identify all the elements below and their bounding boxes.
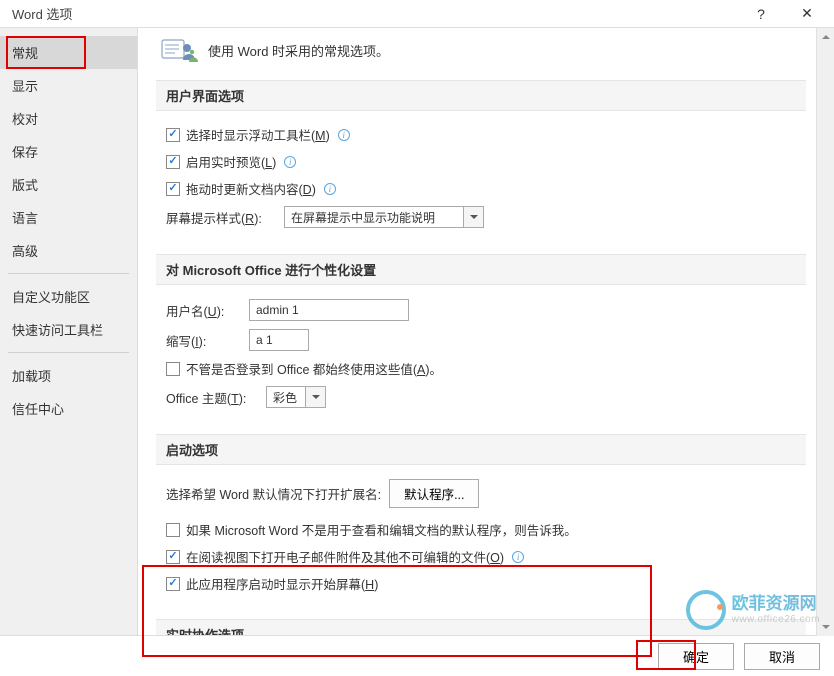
label-live-preview: 启用实时预览(L) xyxy=(186,152,276,171)
input-initials[interactable]: a 1 xyxy=(249,329,309,351)
section-ui-header: 用户界面选项 xyxy=(156,80,806,111)
sidebar-item-quick-access[interactable]: 快速访问工具栏 xyxy=(0,313,137,346)
intro-text: 使用 Word 时采用的常规选项。 xyxy=(208,41,389,60)
info-icon[interactable]: i xyxy=(338,129,350,141)
sidebar-item-display[interactable]: 显示 xyxy=(0,69,137,102)
checkbox-start-screen[interactable] xyxy=(166,577,180,591)
scroll-up-arrow-icon[interactable] xyxy=(817,28,834,46)
dropdown-arrow-icon[interactable] xyxy=(464,206,484,228)
sidebar-separator-1 xyxy=(8,273,129,274)
label-default-extensions: 选择希望 Word 默认情况下打开扩展名: xyxy=(166,484,381,503)
section-realtime-header: 实时协作选项 xyxy=(156,619,806,635)
dialog-body: 常规 显示 校对 保存 版式 语言 高级 自定义功能区 快速访问工具栏 加载项 … xyxy=(0,28,834,636)
sidebar-item-trust-center[interactable]: 信任中心 xyxy=(0,392,137,425)
scroll-down-arrow-icon[interactable] xyxy=(817,618,834,636)
label-always-use: 不管是否登录到 Office 都始终使用这些值(A)。 xyxy=(186,359,442,378)
section-startup-body: 选择希望 Word 默认情况下打开扩展名: 默认程序... 如果 Microso… xyxy=(156,479,806,619)
label-start-screen: 此应用程序启动时显示开始屏幕(H) xyxy=(186,574,378,593)
sidebar-item-general[interactable]: 常规 xyxy=(0,36,137,69)
vertical-scrollbar[interactable] xyxy=(816,28,834,636)
dropdown-screentip[interactable]: 在屏幕提示中显示功能说明 xyxy=(284,206,484,228)
sidebar-item-customize-ribbon[interactable]: 自定义功能区 xyxy=(0,280,137,313)
sidebar-item-addins[interactable]: 加载项 xyxy=(0,359,137,392)
general-options-icon xyxy=(160,38,198,62)
titlebar: Word 选项 ? ✕ xyxy=(0,0,834,28)
content-pane: 使用 Word 时采用的常规选项。 用户界面选项 选择时显示浮动工具栏(M) i… xyxy=(138,28,834,635)
section-personalize-body: 用户名(U): admin 1 缩写(I): a 1 不管是否登录到 Offic… xyxy=(156,299,806,434)
ok-button[interactable]: 确定 xyxy=(658,643,734,670)
label-initials: 缩写(I): xyxy=(166,331,241,350)
checkbox-not-default[interactable] xyxy=(166,523,180,537)
sidebar-item-layout[interactable]: 版式 xyxy=(0,168,137,201)
button-default-programs[interactable]: 默认程序... xyxy=(389,479,479,508)
label-theme: Office 主题(T): xyxy=(166,388,258,407)
sidebar-item-proofing[interactable]: 校对 xyxy=(0,102,137,135)
titlebar-controls: ? ✕ xyxy=(738,0,830,28)
section-personalize-header: 对 Microsoft Office 进行个性化设置 xyxy=(156,254,806,285)
sidebar-item-advanced[interactable]: 高级 xyxy=(0,234,137,267)
input-username[interactable]: admin 1 xyxy=(249,299,409,321)
dialog-title: Word 选项 xyxy=(12,4,72,23)
label-float-toolbar: 选择时显示浮动工具栏(M) xyxy=(186,125,330,144)
label-update-doc: 拖动时更新文档内容(D) xyxy=(186,179,316,198)
intro-row: 使用 Word 时采用的常规选项。 xyxy=(156,38,806,62)
sidebar: 常规 显示 校对 保存 版式 语言 高级 自定义功能区 快速访问工具栏 加载项 … xyxy=(0,28,138,635)
dropdown-theme[interactable]: 彩色 xyxy=(266,386,326,408)
section-ui-body: 选择时显示浮动工具栏(M) i 启用实时预览(L) i 拖动时更新文档内容(D)… xyxy=(156,125,806,254)
checkbox-float-toolbar[interactable] xyxy=(166,128,180,142)
dropdown-theme-value: 彩色 xyxy=(266,386,306,408)
label-open-attachments: 在阅读视图下打开电子邮件附件及其他不可编辑的文件(O) xyxy=(186,547,504,566)
checkbox-update-doc[interactable] xyxy=(166,182,180,196)
dropdown-arrow-icon[interactable] xyxy=(306,386,326,408)
dialog-footer: 确定 取消 xyxy=(0,636,834,676)
section-startup-header: 启动选项 xyxy=(156,434,806,465)
sidebar-item-language[interactable]: 语言 xyxy=(0,201,137,234)
checkbox-live-preview[interactable] xyxy=(166,155,180,169)
label-not-default: 如果 Microsoft Word 不是用于查看和编辑文档的默认程序，则告诉我。 xyxy=(186,520,577,539)
label-screentip: 屏幕提示样式(R): xyxy=(166,208,276,227)
cancel-button[interactable]: 取消 xyxy=(744,643,820,670)
help-button[interactable]: ? xyxy=(738,0,784,28)
checkbox-open-attachments[interactable] xyxy=(166,550,180,564)
sidebar-separator-2 xyxy=(8,352,129,353)
checkbox-always-use[interactable] xyxy=(166,362,180,376)
dropdown-screentip-value: 在屏幕提示中显示功能说明 xyxy=(284,206,464,228)
info-icon[interactable]: i xyxy=(512,551,524,563)
close-button[interactable]: ✕ xyxy=(784,0,830,28)
info-icon[interactable]: i xyxy=(324,183,336,195)
sidebar-item-save[interactable]: 保存 xyxy=(0,135,137,168)
info-icon[interactable]: i xyxy=(284,156,296,168)
label-username: 用户名(U): xyxy=(166,301,241,320)
